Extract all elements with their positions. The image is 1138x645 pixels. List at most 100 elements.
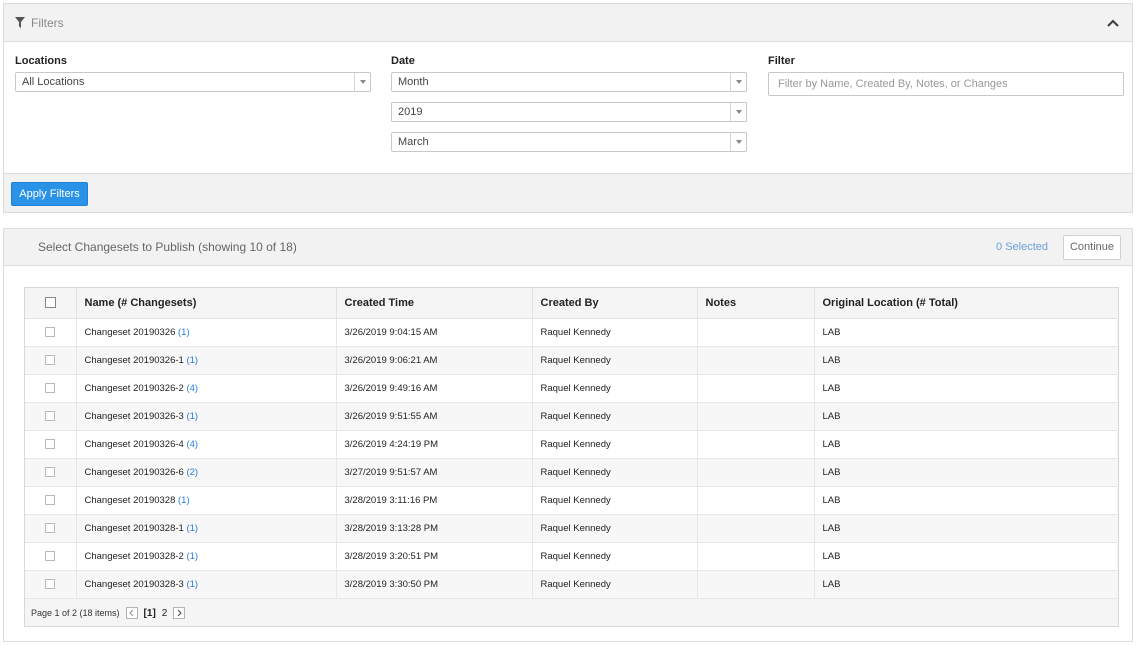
table-row[interactable]: Changeset 20190326-2 (4) 3/26/2019 9:49:… (25, 374, 1117, 403)
created-time-cell: 3/26/2019 9:04:15 AM (336, 318, 533, 347)
changeset-count-link[interactable]: (1) (186, 551, 198, 562)
row-select-cell (25, 374, 77, 403)
column-header-notes[interactable]: Notes (697, 288, 815, 319)
changesets-grid: Name (# Changesets) Created Time Created… (24, 287, 1119, 627)
name-cell: Changeset 20190326-3 (1) (76, 402, 337, 431)
caret-down-icon (730, 133, 746, 151)
row-select-cell (25, 486, 77, 515)
row-checkbox[interactable] (45, 550, 56, 561)
changeset-name: Changeset 20190326-2 (84, 382, 184, 394)
date-mode-value: Month (398, 76, 429, 88)
changesets-table: Name (# Changesets) Created Time Created… (25, 288, 1117, 599)
filters-footer: Apply Filters (4, 173, 1132, 212)
table-row[interactable]: Changeset 20190326-1 (1) 3/26/2019 9:06:… (25, 346, 1117, 375)
created-by-cell: Raquel Kennedy (532, 570, 698, 599)
row-checkbox[interactable] (45, 466, 56, 477)
changeset-count-link[interactable]: (1) (186, 523, 198, 534)
location-cell: LAB (814, 542, 1117, 571)
row-checkbox[interactable] (45, 354, 56, 365)
next-page-button[interactable] (173, 607, 186, 619)
created-time-cell: 3/28/2019 3:30:50 PM (336, 570, 533, 599)
row-checkbox[interactable] (45, 522, 56, 533)
prev-page-button[interactable] (125, 607, 138, 619)
created-by-cell: Raquel Kennedy (532, 318, 698, 347)
date-month-select[interactable]: March (391, 132, 747, 152)
caret-down-icon (354, 73, 370, 91)
page-2-button[interactable]: 2 (162, 608, 168, 619)
changeset-name: Changeset 20190328-3 (84, 578, 184, 590)
apply-filters-button[interactable]: Apply Filters (11, 182, 88, 206)
changeset-name: Changeset 20190328 (84, 494, 176, 506)
changeset-count-link[interactable]: (4) (186, 439, 198, 450)
locations-select[interactable]: All Locations (15, 72, 371, 92)
locations-label: Locations (15, 55, 67, 67)
filters-panel: Filters Locations All Locations Date Mon… (3, 3, 1133, 213)
created-by-cell: Raquel Kennedy (532, 514, 698, 543)
page-1-button[interactable]: [1] (144, 608, 156, 619)
created-time-cell: 3/27/2019 9:51:57 AM (336, 458, 533, 487)
date-mode-select[interactable]: Month (391, 72, 747, 92)
table-row[interactable]: Changeset 20190328-2 (1) 3/28/2019 3:20:… (25, 542, 1117, 571)
row-checkbox[interactable] (45, 326, 56, 337)
filters-title: Filters (31, 15, 64, 30)
column-header-name[interactable]: Name (# Changesets) (76, 288, 337, 319)
notes-cell (697, 430, 815, 459)
row-checkbox[interactable] (45, 410, 56, 421)
date-year-value: 2019 (398, 106, 423, 118)
location-cell: LAB (814, 402, 1117, 431)
filters-header[interactable]: Filters (4, 4, 1132, 42)
changeset-count-link[interactable]: (1) (186, 579, 198, 590)
changeset-count-link[interactable]: (1) (186, 411, 198, 422)
date-label: Date (391, 55, 415, 67)
changeset-name: Changeset 20190326-1 (84, 354, 184, 366)
name-cell: Changeset 20190328-2 (1) (76, 542, 337, 571)
table-row[interactable]: Changeset 20190326-4 (4) 3/26/2019 4:24:… (25, 430, 1117, 459)
name-cell: Changeset 20190328-3 (1) (76, 570, 337, 599)
location-cell: LAB (814, 430, 1117, 459)
table-row[interactable]: Changeset 20190328-3 (1) 3/28/2019 3:30:… (25, 570, 1117, 599)
notes-cell (697, 542, 815, 571)
changesets-title: Select Changesets to Publish (showing 10… (38, 240, 297, 254)
notes-cell (697, 458, 815, 487)
chevron-up-icon[interactable] (1106, 18, 1120, 28)
changesets-header: Select Changesets to Publish (showing 10… (4, 229, 1132, 266)
name-cell: Changeset 20190328 (1) (76, 486, 337, 515)
location-cell: LAB (814, 514, 1117, 543)
filter-input[interactable] (768, 72, 1124, 96)
chevron-right-icon (177, 609, 183, 617)
created-by-cell: Raquel Kennedy (532, 486, 698, 515)
row-checkbox[interactable] (45, 438, 56, 449)
table-row[interactable]: Changeset 20190328 (1) 3/28/2019 3:11:16… (25, 486, 1117, 515)
table-row[interactable]: Changeset 20190326-3 (1) 3/26/2019 9:51:… (25, 402, 1117, 431)
date-month-value: March (398, 136, 429, 148)
table-row[interactable]: Changeset 20190328-1 (1) 3/28/2019 3:13:… (25, 514, 1117, 543)
row-checkbox[interactable] (45, 382, 56, 393)
location-cell: LAB (814, 346, 1117, 375)
name-cell: Changeset 20190326-1 (1) (76, 346, 337, 375)
column-header-created-by[interactable]: Created By (532, 288, 698, 319)
row-select-cell (25, 318, 77, 347)
row-checkbox[interactable] (45, 494, 56, 505)
changeset-count-link[interactable]: (4) (186, 383, 198, 394)
name-cell: Changeset 20190326 (1) (76, 318, 337, 347)
filters-body: Locations All Locations Date Month 2019 … (4, 42, 1132, 173)
table-row[interactable]: Changeset 20190326-6 (2) 3/27/2019 9:51:… (25, 458, 1117, 487)
date-year-select[interactable]: 2019 (391, 102, 747, 122)
row-select-cell (25, 514, 77, 543)
row-checkbox[interactable] (45, 578, 56, 589)
continue-button[interactable]: Continue (1063, 235, 1121, 260)
created-time-cell: 3/28/2019 3:20:51 PM (336, 542, 533, 571)
changeset-count-link[interactable]: (1) (178, 327, 190, 338)
pager: Page 1 of 2 (18 items) [1] 2 (25, 600, 1118, 626)
location-cell: LAB (814, 570, 1117, 599)
changeset-count-link[interactable]: (1) (186, 355, 198, 366)
row-select-cell (25, 570, 77, 599)
created-time-cell: 3/28/2019 3:11:16 PM (336, 486, 533, 515)
column-header-original-location[interactable]: Original Location (# Total) (814, 288, 1117, 319)
table-row[interactable]: Changeset 20190326 (1) 3/26/2019 9:04:15… (25, 318, 1117, 347)
column-header-created-time[interactable]: Created Time (336, 288, 533, 319)
changeset-count-link[interactable]: (1) (178, 495, 190, 506)
changeset-count-link[interactable]: (2) (186, 467, 198, 478)
select-all-checkbox[interactable] (44, 297, 56, 309)
created-by-cell: Raquel Kennedy (532, 430, 698, 459)
